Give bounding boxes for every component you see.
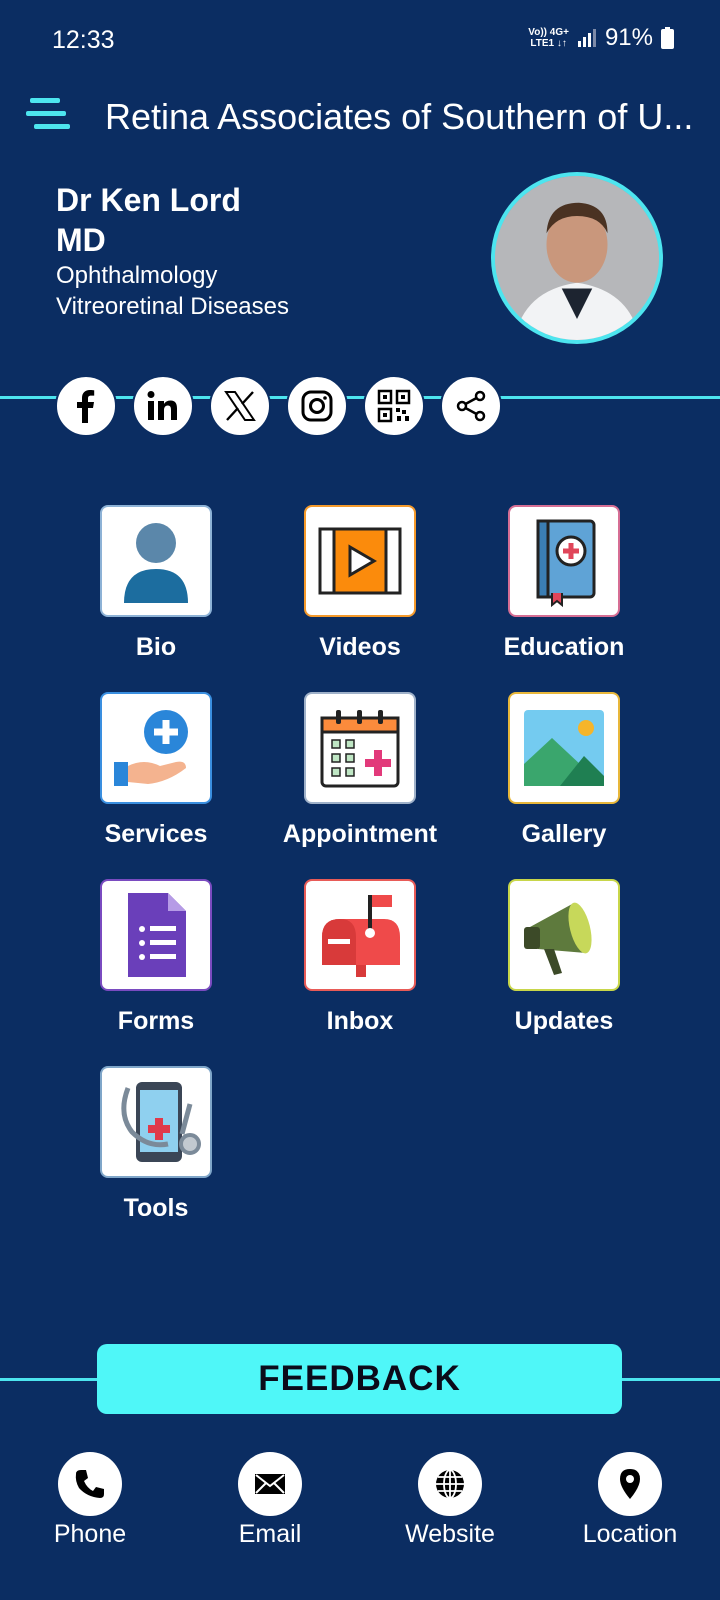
nav-location-label: Location (582, 1520, 678, 1548)
linkedin-icon (147, 391, 177, 420)
tile-education-label: Education (503, 633, 625, 661)
calendar-icon (320, 710, 400, 788)
facebook-icon (77, 390, 95, 423)
app-title: Retina Associates of Southern of U... (105, 96, 694, 137)
tile-videos-label: Videos (319, 633, 401, 661)
tile-inbox-label: Inbox (326, 1007, 394, 1035)
x-twitter-button[interactable] (209, 375, 271, 437)
nav-email-label: Email (238, 1520, 302, 1548)
care-hand-icon (114, 710, 188, 786)
nav-phone[interactable]: Phone (10, 1452, 170, 1549)
doctor-specialty: Ophthalmology (56, 262, 218, 289)
tile-forms-label: Forms (117, 1007, 195, 1035)
hamburger-menu-icon[interactable] (26, 94, 72, 134)
tile-bio-label: Bio (135, 633, 177, 661)
facebook-button[interactable] (55, 375, 117, 437)
tile-updates[interactable]: Updates (462, 879, 666, 1036)
tile-appointment-label: Appointment (282, 820, 438, 848)
tile-services-label: Services (104, 820, 208, 848)
doctor-avatar[interactable] (491, 172, 663, 344)
bottom-contact-bar: Phone Email Website Location (0, 1452, 720, 1592)
status-indicators: Vo)) 4G+ LTE1 ↓↑ 91% (528, 24, 674, 52)
phone-icon (75, 1470, 104, 1498)
linkedin-button[interactable] (132, 375, 194, 437)
share-icon (456, 390, 486, 422)
nav-email[interactable]: Email (190, 1452, 350, 1549)
share-button[interactable] (440, 375, 502, 437)
mailbox-icon (322, 895, 400, 977)
battery-icon (661, 27, 674, 49)
battery-percent: 91% (604, 24, 653, 51)
tile-inbox[interactable]: Inbox (258, 879, 462, 1036)
video-icon (318, 527, 402, 595)
tile-tools-label: Tools (123, 1194, 189, 1222)
globe-icon (436, 1469, 464, 1499)
doctor-subspecialty: Vitreoretinal Diseases (56, 293, 290, 320)
tile-services[interactable]: Services (54, 692, 258, 849)
tile-tools[interactable]: Tools (54, 1066, 258, 1223)
tile-bio[interactable]: Bio (54, 505, 258, 662)
nav-location[interactable]: Location (550, 1452, 710, 1549)
status-time: 12:33 (52, 26, 115, 54)
x-twitter-icon (224, 391, 256, 421)
tile-appointment[interactable]: Appointment (258, 692, 462, 849)
nav-website-label: Website (405, 1520, 495, 1548)
megaphone-icon (524, 902, 592, 975)
location-pin-icon (620, 1469, 640, 1499)
instagram-button[interactable] (286, 375, 348, 437)
image-gallery-icon (524, 710, 604, 786)
instagram-icon (301, 390, 333, 422)
qr-code-icon (377, 389, 411, 423)
tile-forms[interactable]: Forms (54, 879, 258, 1036)
feature-grid: Bio Videos Education Services Appointmen… (54, 505, 666, 1223)
nav-website[interactable]: Website (370, 1452, 530, 1549)
email-icon (255, 1474, 285, 1494)
feedback-button[interactable]: FEEDBACK (97, 1344, 622, 1414)
tile-gallery[interactable]: Gallery (462, 692, 666, 849)
network-indicator: Vo)) 4G+ LTE1 ↓↑ (528, 27, 569, 49)
tile-gallery-label: Gallery (521, 820, 607, 848)
doctor-degree: MD (56, 222, 106, 258)
tile-videos[interactable]: Videos (258, 505, 462, 662)
tile-updates-label: Updates (514, 1007, 614, 1035)
signal-icon (577, 29, 596, 47)
forms-document-icon (128, 893, 186, 977)
qr-code-button[interactable] (363, 375, 425, 437)
medical-book-icon (536, 519, 596, 608)
nav-phone-label: Phone (53, 1520, 127, 1548)
doctor-name: Dr Ken Lord (56, 182, 241, 218)
status-bar: 12:33 Vo)) 4G+ LTE1 ↓↑ 91% (0, 0, 720, 84)
tile-education[interactable]: Education (462, 505, 666, 662)
user-icon (124, 523, 188, 603)
doctor-profile: Dr Ken Lord MD Ophthalmology Vitreoretin… (56, 180, 476, 322)
app-bar: Retina Associates of Southern of U... (0, 84, 720, 148)
medical-tools-icon (121, 1082, 201, 1162)
social-links (55, 375, 502, 437)
